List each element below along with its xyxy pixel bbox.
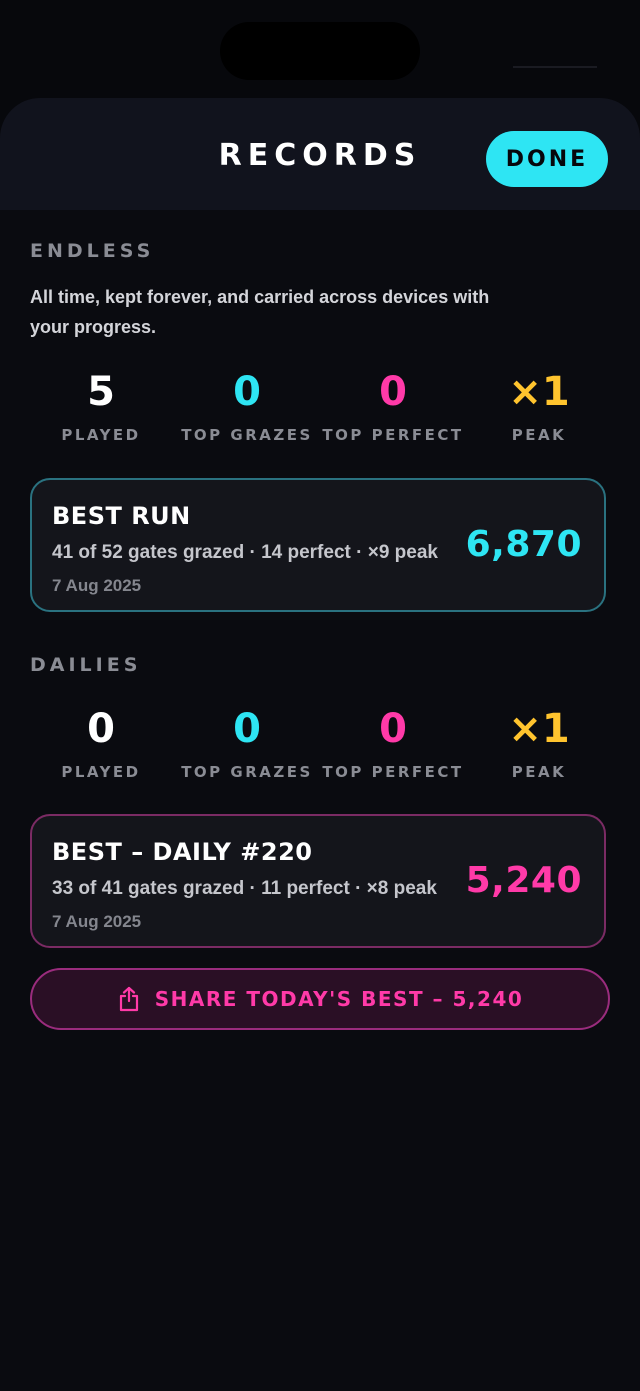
- best-daily-card: BEST – DAILY #220 33 of 41 gates grazed …: [30, 814, 606, 948]
- dailies-section-label: DAILIES: [30, 654, 142, 676]
- records-sheet: RECORDS DONE ENDLESS All time, kept fore…: [0, 98, 640, 1391]
- stat-label: PLAYED: [61, 763, 141, 781]
- dailies-stat-top-perfect: 0 TOP PERFECT: [320, 703, 466, 803]
- dynamic-island: [220, 22, 420, 80]
- stat-value: ×1: [508, 706, 570, 752]
- stat-value: 0: [233, 369, 261, 415]
- share-button-label: SHARE TODAY'S BEST – 5,240: [154, 987, 524, 1011]
- dailies-stat-top-grazes: 0 TOP GRAZES: [174, 703, 320, 803]
- endless-description: All time, kept forever, and carried acro…: [30, 287, 490, 337]
- stat-label: TOP PERFECT: [322, 763, 464, 781]
- card-title: BEST – DAILY #220: [52, 838, 313, 866]
- card-date: 7 Aug 2025: [52, 576, 142, 595]
- best-run-score: 6,870: [465, 524, 582, 565]
- stat-label: TOP GRAZES: [181, 426, 313, 444]
- stat-value: 0: [87, 706, 115, 752]
- stat-value: 5: [87, 369, 115, 415]
- stat-label: TOP PERFECT: [322, 426, 464, 444]
- endless-stat-top-perfect: 0 TOP PERFECT: [320, 366, 466, 466]
- dailies-stats-row: 0 PLAYED 0 TOP GRAZES 0 TOP PERFECT ×1 P…: [28, 703, 612, 803]
- done-button[interactable]: DONE: [486, 131, 608, 187]
- endless-stat-played: 5 PLAYED: [28, 366, 174, 466]
- stat-value: 0: [233, 706, 261, 752]
- card-date: 7 Aug 2025: [52, 912, 142, 931]
- status-bar-indicator: [513, 66, 597, 68]
- stat-value: ×1: [508, 369, 570, 415]
- best-daily-score: 5,240: [465, 860, 582, 901]
- dailies-stat-peak: ×1 PEAK: [466, 703, 612, 803]
- sheet-header: RECORDS DONE: [0, 98, 640, 210]
- card-title: BEST RUN: [52, 502, 191, 530]
- share-icon: [117, 986, 141, 1012]
- stat-label: TOP GRAZES: [181, 763, 313, 781]
- endless-stat-top-grazes: 0 TOP GRAZES: [174, 366, 320, 466]
- stat-value: 0: [379, 706, 407, 752]
- records-screen: RECORDS DONE ENDLESS All time, kept fore…: [0, 0, 640, 1391]
- stat-value: 0: [379, 369, 407, 415]
- best-run-card: BEST RUN 41 of 52 gates grazed · 14 perf…: [30, 478, 606, 612]
- stat-label: PEAK: [511, 763, 567, 781]
- stat-label: PEAK: [511, 426, 567, 444]
- stat-label: PLAYED: [61, 426, 141, 444]
- endless-stats-row: 5 PLAYED 0 TOP GRAZES 0 TOP PERFECT ×1 P…: [28, 366, 612, 466]
- endless-stat-peak: ×1 PEAK: [466, 366, 612, 466]
- dailies-stat-played: 0 PLAYED: [28, 703, 174, 803]
- card-details: 33 of 41 gates grazed · 11 perfect · ×8 …: [52, 878, 437, 899]
- share-todays-best-button[interactable]: SHARE TODAY'S BEST – 5,240: [30, 968, 610, 1030]
- endless-section-label: ENDLESS: [30, 240, 155, 262]
- card-details: 41 of 52 gates grazed · 14 perfect · ×9 …: [52, 542, 438, 563]
